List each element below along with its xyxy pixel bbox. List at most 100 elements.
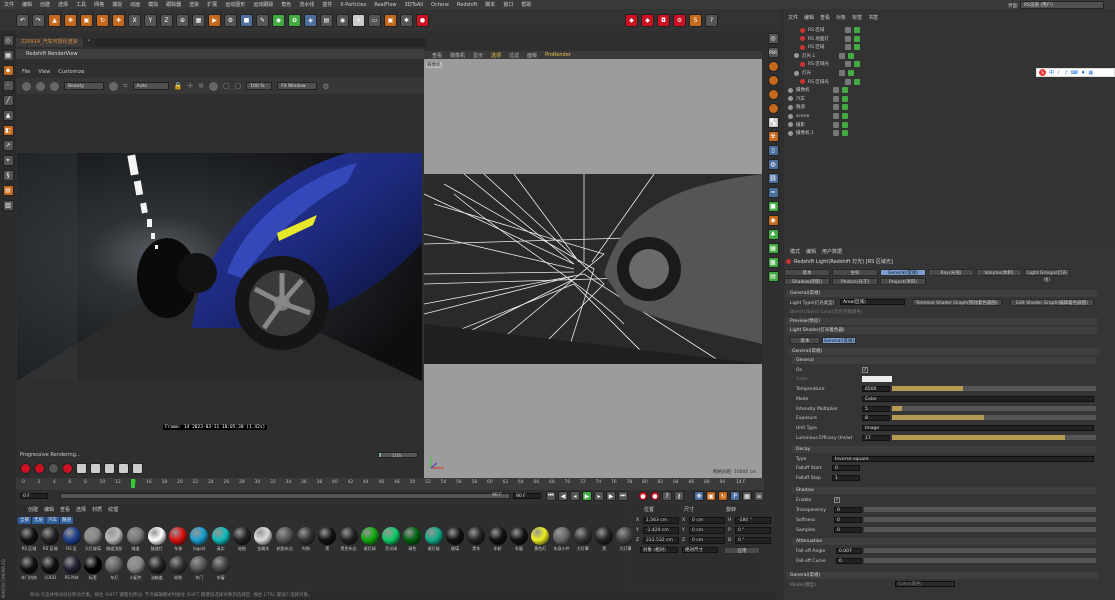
mat-menu-edit[interactable]: 编辑 xyxy=(44,506,54,513)
filter-nolayer[interactable]: 无层 xyxy=(32,517,45,524)
menu-item[interactable]: Redshift xyxy=(457,2,477,8)
mat-menu-view[interactable]: 查看 xyxy=(60,506,70,513)
ime-mic-icon[interactable]: ♪ xyxy=(1065,70,1068,76)
param-field[interactable]: Color xyxy=(862,395,1094,402)
menu-item[interactable]: 动画 xyxy=(130,1,140,8)
rs-camera2-icon[interactable]: ◘ xyxy=(657,13,670,27)
paper-icon[interactable] xyxy=(104,463,115,474)
visibility-toggle-icon[interactable] xyxy=(833,87,839,94)
filter-all[interactable]: 全部 xyxy=(18,517,31,524)
menu-item[interactable]: 渲染 xyxy=(189,1,199,8)
param-field[interactable]: Image xyxy=(862,425,1094,432)
material-ball[interactable] xyxy=(126,527,145,545)
enabled-check-icon[interactable] xyxy=(854,35,860,42)
filter-car[interactable]: 汽车 xyxy=(46,517,59,524)
on-checkbox[interactable]: ✓ xyxy=(862,367,868,373)
visibility-toggle-icon[interactable] xyxy=(845,61,851,68)
undo-icon[interactable]: ↶ xyxy=(16,13,29,27)
coord-system-icon[interactable]: ⊕ xyxy=(176,13,189,27)
coord-field[interactable]: 222.532 cm xyxy=(643,536,679,544)
falloff-curve-field[interactable]: 0 xyxy=(836,558,862,564)
s-plugin-icon[interactable]: S xyxy=(689,13,702,27)
preview-range-bar[interactable] xyxy=(60,493,510,499)
timeline[interactable] xyxy=(16,478,764,490)
material-ball[interactable] xyxy=(83,556,102,574)
section-preview[interactable]: Preview(预览) xyxy=(786,318,1098,325)
material-ball[interactable] xyxy=(424,527,443,545)
help-icon[interactable]: ? xyxy=(705,13,718,27)
material-ball[interactable] xyxy=(488,527,507,545)
falloff-start-field[interactable]: 0 xyxy=(832,465,860,471)
visibility-toggle-icon[interactable] xyxy=(833,113,839,119)
coord-field[interactable]: -180 ° xyxy=(735,516,771,524)
cloner-icon[interactable]: ✿ xyxy=(288,13,301,27)
fit-select[interactable]: Fit Window xyxy=(277,82,318,90)
object-tool-icon[interactable]: ✚ xyxy=(112,13,125,27)
texture-mode-icon[interactable]: ◆ xyxy=(2,65,14,76)
points-mode-icon[interactable]: · xyxy=(2,80,14,91)
material-ball[interactable] xyxy=(275,527,294,545)
visibility-toggle-icon[interactable] xyxy=(845,35,851,42)
coord-field[interactable]: -1.429 cm xyxy=(643,526,679,534)
enabled-check-icon[interactable] xyxy=(848,52,854,59)
param-slider[interactable] xyxy=(892,386,1096,391)
material-ball[interactable] xyxy=(573,527,592,545)
key-rot-icon[interactable]: ↻ xyxy=(718,491,728,501)
material-ball[interactable] xyxy=(595,527,614,545)
rotate-tool-icon[interactable]: ↻ xyxy=(96,13,109,27)
circle-icon[interactable] xyxy=(208,81,218,91)
object-row[interactable]: RS 区域光 xyxy=(800,78,860,86)
attr-tab[interactable]: Project(项目) xyxy=(880,278,926,285)
bucket-icon[interactable]: ▢ xyxy=(223,82,230,90)
vp-menu-prorender[interactable]: ProRender xyxy=(545,52,571,58)
menu-item[interactable]: 网格 xyxy=(94,1,104,8)
section-decay[interactable]: Decay xyxy=(792,446,1096,453)
menu-item[interactable]: 流水线 xyxy=(299,1,314,8)
ime-shirt-icon[interactable]: ♦ xyxy=(1081,70,1085,76)
scene-icon[interactable]: ▤ xyxy=(320,13,333,27)
shadow-param-slider[interactable] xyxy=(864,517,1096,522)
object-row[interactable]: 隧道 xyxy=(788,103,848,111)
material-ball[interactable] xyxy=(169,556,188,574)
attr-menu-edit[interactable]: 编辑 xyxy=(806,248,816,255)
enabled-check-icon[interactable] xyxy=(842,121,848,128)
coord-field[interactable]: 1.563 cm xyxy=(643,516,679,524)
section-general[interactable]: General(常规) xyxy=(786,290,1098,297)
object-row[interactable]: RS 区域 xyxy=(800,43,860,51)
select-tool-icon[interactable]: ▲ xyxy=(48,13,61,27)
object-row[interactable]: RS 区域 xyxy=(800,26,860,34)
rv-menu-customize[interactable]: Customize xyxy=(58,67,84,77)
coord-field[interactable]: 0 cm xyxy=(689,526,725,534)
attr-menu-userdata[interactable]: 用户数据 xyxy=(822,248,842,255)
menu-item[interactable]: 捕捉 xyxy=(112,1,122,8)
menu-item[interactable]: Octane xyxy=(431,2,449,8)
visibility-toggle-icon[interactable] xyxy=(833,95,839,102)
gear-small-icon[interactable]: ✲ xyxy=(198,82,204,90)
object-row[interactable]: 摄影 xyxy=(788,121,848,129)
render-icon[interactable] xyxy=(62,463,73,474)
obj-menu-edit[interactable]: 编辑 xyxy=(804,14,814,21)
filter-tunnel[interactable]: 隧道 xyxy=(60,517,73,524)
material-ball[interactable] xyxy=(211,556,230,574)
cloth-icon[interactable]: ◍ xyxy=(767,159,779,170)
mat-menu-select[interactable]: 选择 xyxy=(76,506,86,513)
next-key-icon[interactable]: ▶ xyxy=(606,491,616,501)
ime-keyboard-icon[interactable]: ⌨ xyxy=(1071,70,1078,76)
menu-item[interactable]: X-Particles xyxy=(340,2,366,8)
remove-shader-button[interactable]: Remove Shader Graph(移除着色器图) xyxy=(912,299,1002,306)
render-snapshot-icon[interactable] xyxy=(50,81,59,91)
uv-mode-icon[interactable]: ◧ xyxy=(2,125,14,136)
attr-tab[interactable]: 坐标 xyxy=(832,269,878,276)
attr-tab[interactable]: Photon(光子) xyxy=(832,278,878,285)
lock-icon[interactable]: 🔒 xyxy=(174,82,183,90)
menu-item[interactable]: 运动图形 xyxy=(225,1,245,8)
cube-icon[interactable]: ■ xyxy=(240,13,253,27)
axis-y-icon[interactable]: Y xyxy=(144,13,157,27)
key-pla-icon[interactable]: ▦ xyxy=(742,491,752,501)
mat-menu-create[interactable]: 创建 xyxy=(28,506,38,513)
decay-type-select[interactable]: Inverse-square xyxy=(832,456,1094,462)
render-start-icon[interactable] xyxy=(22,81,31,91)
material-ball[interactable] xyxy=(211,527,230,545)
key-scale-icon[interactable]: ▣ xyxy=(706,491,716,501)
ime-s-icon[interactable]: S xyxy=(1039,69,1046,76)
